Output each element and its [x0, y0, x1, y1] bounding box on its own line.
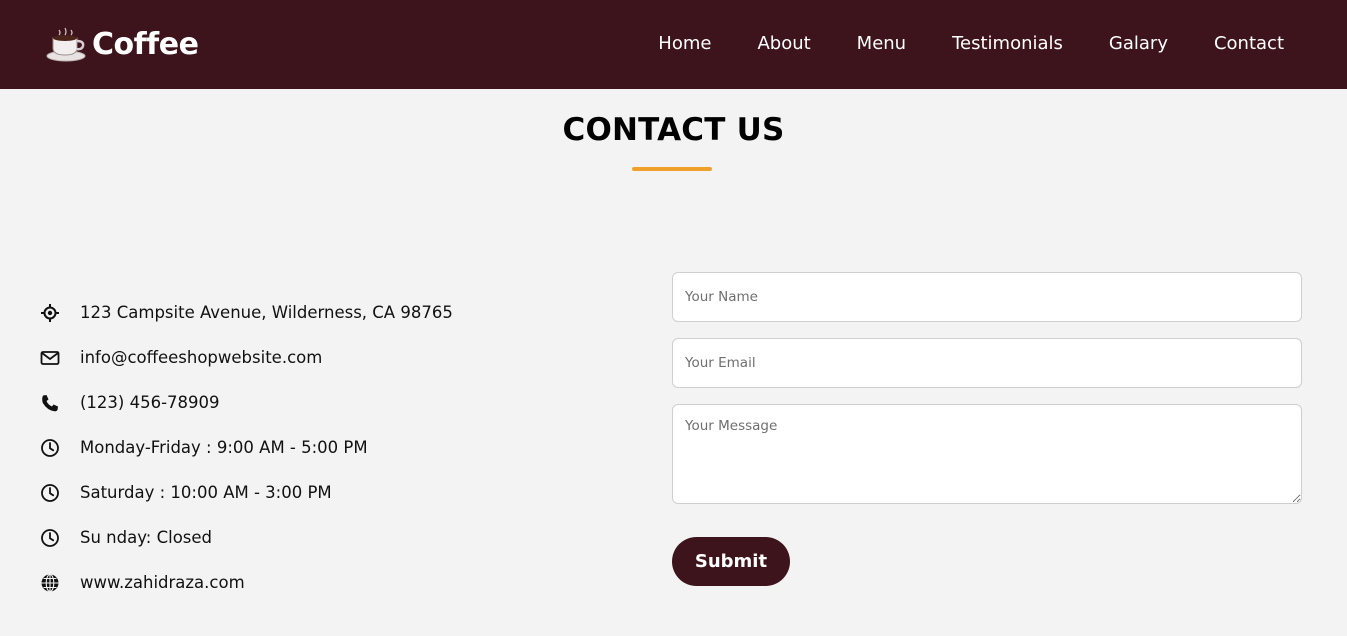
- contact-info-item: Saturday : 10:00 AM - 3:00 PM: [40, 470, 453, 515]
- section-title: CONTACT US: [562, 112, 785, 148]
- brand-name: Coffee: [92, 26, 199, 62]
- contact-form: [672, 272, 1302, 504]
- clock-icon: [40, 528, 60, 548]
- contact-info-item: Su nday: Closed: [40, 515, 453, 560]
- contact-info-item: Monday-Friday : 9:00 AM - 5:00 PM: [40, 425, 453, 470]
- main-nav: Home About Menu Testimonials Galary Cont…: [612, 32, 1284, 56]
- nav-contact-link[interactable]: Contact: [1214, 32, 1284, 56]
- location-crosshair-icon: [40, 303, 60, 323]
- clock-icon: [40, 483, 60, 503]
- globe-icon: [40, 573, 60, 593]
- brand-logo[interactable]: Coffee: [46, 22, 199, 66]
- nav-home-link[interactable]: Home: [658, 32, 711, 56]
- submit-button[interactable]: Submit: [672, 537, 790, 586]
- nav-menu-link[interactable]: Menu: [857, 32, 906, 56]
- hours-weekday-text: Monday-Friday : 9:00 AM - 5:00 PM: [80, 438, 368, 457]
- nav-about-link[interactable]: About: [757, 32, 810, 56]
- coffee-cup-icon: [46, 27, 86, 62]
- contact-info-list: 123 Campsite Avenue, Wilderness, CA 9876…: [40, 290, 453, 605]
- phone-icon: [40, 393, 60, 413]
- email-field[interactable]: [672, 338, 1302, 388]
- clock-icon: [40, 438, 60, 458]
- contact-info-item: (123) 456-78909: [40, 380, 453, 425]
- hours-sunday-text: Su nday: Closed: [80, 528, 213, 547]
- message-field[interactable]: [672, 404, 1302, 504]
- hours-saturday-text: Saturday : 10:00 AM - 3:00 PM: [80, 483, 332, 502]
- envelope-icon: [40, 348, 60, 368]
- contact-info-item: www.zahidraza.com: [40, 560, 453, 605]
- contact-info-item: info@coffeeshopwebsite.com: [40, 335, 453, 380]
- name-field[interactable]: [672, 272, 1302, 322]
- contact-info-item: 123 Campsite Avenue, Wilderness, CA 9876…: [40, 290, 453, 335]
- navbar: Coffee Home About Menu Testimonials Gala…: [0, 0, 1347, 89]
- address-text: 123 Campsite Avenue, Wilderness, CA 9876…: [80, 303, 453, 322]
- title-underline: [632, 167, 712, 171]
- nav-testimonials-link[interactable]: Testimonials: [952, 32, 1063, 56]
- email-text: info@coffeeshopwebsite.com: [80, 348, 323, 367]
- website-text: www.zahidraza.com: [80, 573, 245, 592]
- nav-gallery-link[interactable]: Galary: [1109, 32, 1168, 56]
- phone-text: (123) 456-78909: [80, 393, 220, 412]
